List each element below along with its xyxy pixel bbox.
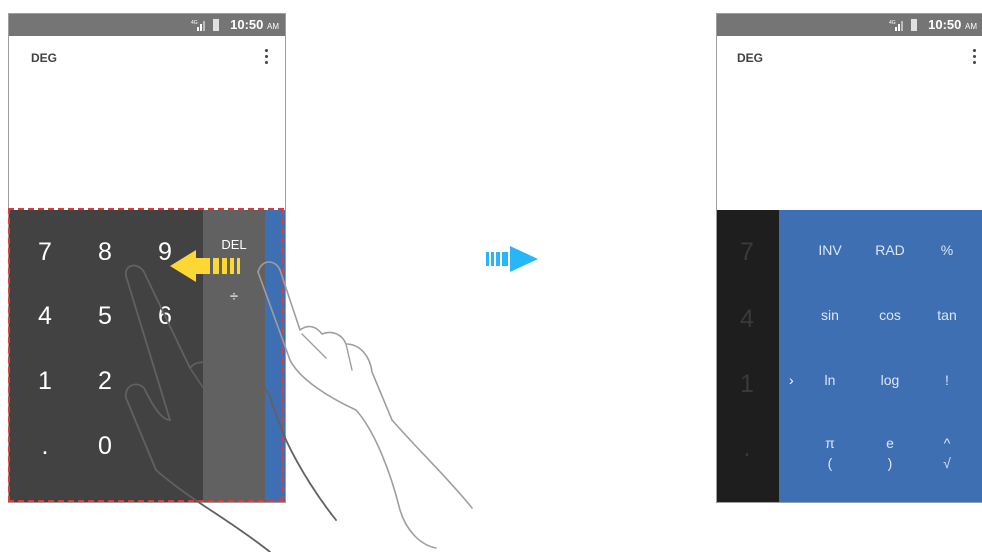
swipe-left-arrow-icon: [170, 250, 240, 282]
hand-gesture-icon: [124, 261, 473, 552]
next-step-arrow-icon: [486, 246, 538, 272]
gesture-overlay: [124, 250, 473, 552]
